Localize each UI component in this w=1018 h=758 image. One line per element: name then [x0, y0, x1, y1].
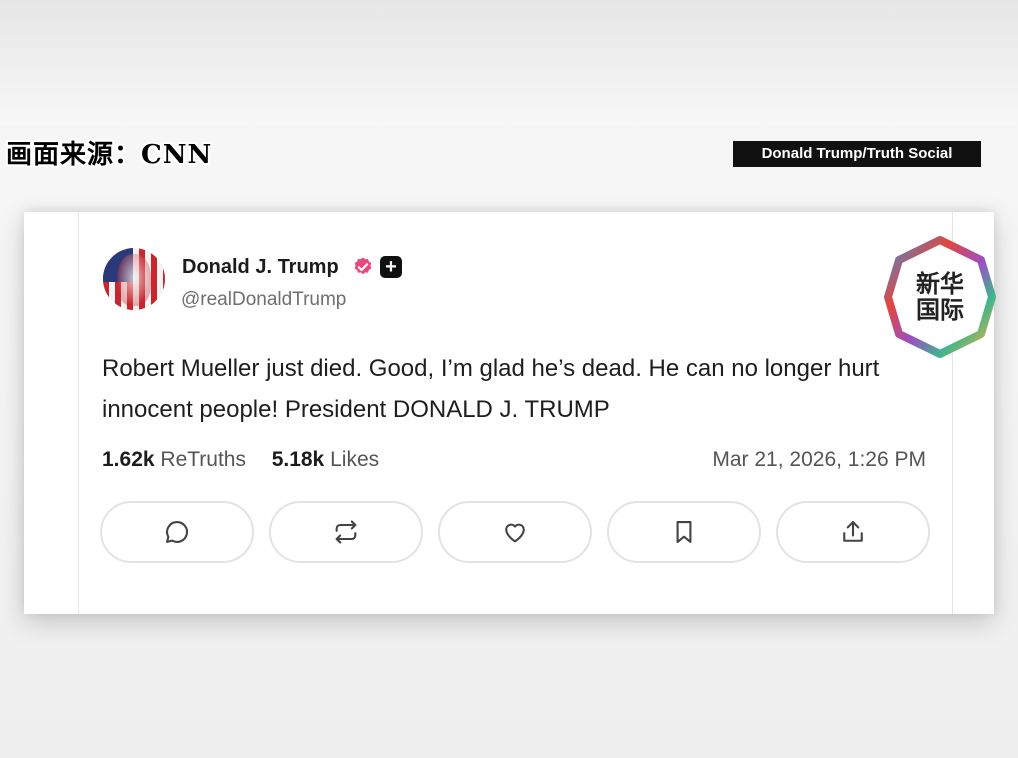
share-button[interactable] [776, 501, 930, 563]
like-button[interactable] [438, 501, 592, 563]
retruths-label[interactable]: ReTruths [160, 448, 246, 471]
top-background [0, 0, 1018, 125]
comment-icon [166, 521, 189, 543]
likes-label[interactable]: Likes [330, 448, 379, 471]
bookmark-button[interactable] [607, 501, 761, 563]
display-name[interactable]: Donald J. Trump [182, 256, 339, 279]
post-stats: 1.62k ReTruths 5.18k Likes [102, 448, 379, 472]
retruth-button[interactable] [269, 501, 423, 563]
avatar[interactable] [103, 248, 165, 310]
card-divider-left [78, 212, 79, 614]
verified-badge-icon [354, 257, 372, 275]
heart-icon [505, 523, 525, 543]
repost-icon [335, 520, 357, 544]
post-text: Robert Mueller just died. Good, I’m glad… [102, 355, 880, 423]
user-handle[interactable]: @realDonaldTrump [181, 289, 346, 311]
logo-text-line2: 国际 [916, 296, 964, 324]
retruths-count[interactable]: 1.62k [102, 448, 155, 471]
source-label: 画面来源：CNN [6, 140, 213, 170]
likes-count[interactable]: 5.18k [272, 448, 325, 471]
share-icon [843, 521, 863, 542]
xinhua-international-logo: 新华 国际 [882, 234, 998, 360]
reply-button[interactable] [100, 501, 254, 563]
post-card: Donald J. Trump + @realDonaldTrump Rober… [24, 212, 994, 614]
plus-badge-icon: + [380, 256, 402, 278]
post-timestamp[interactable]: Mar 21, 2026, 1:26 PM [712, 448, 926, 472]
bookmark-icon [676, 521, 692, 543]
credit-caption: Donald Trump/Truth Social [733, 141, 981, 167]
logo-text-line1: 新华 [916, 270, 964, 298]
